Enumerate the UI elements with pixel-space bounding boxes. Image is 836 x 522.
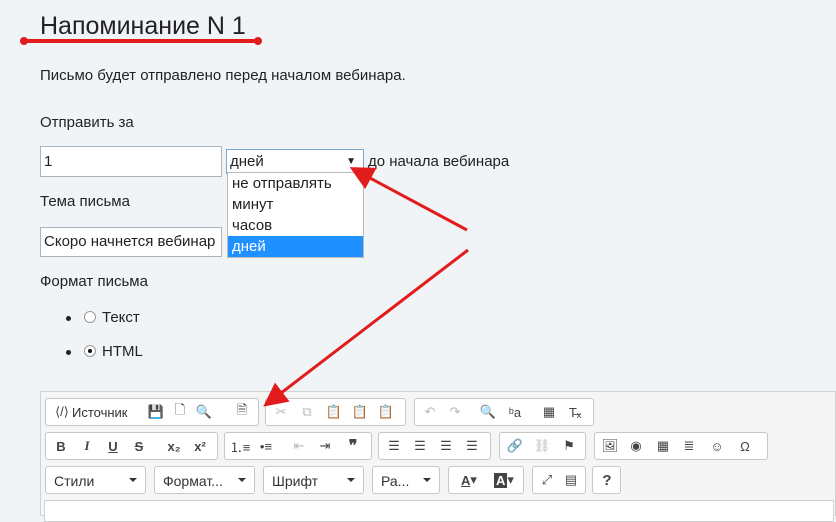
copy-icon[interactable]: ⧉ bbox=[297, 402, 317, 422]
flash-icon[interactable]: ◉ bbox=[626, 436, 646, 456]
list-bullet bbox=[66, 316, 71, 321]
source-button[interactable]: Источник bbox=[72, 402, 136, 422]
arrow-to-dropdown bbox=[349, 167, 468, 232]
remove-format-icon[interactable]: T̶ₓ bbox=[565, 402, 585, 422]
paste-word-icon[interactable]: 📋 bbox=[376, 402, 396, 422]
align-left-icon[interactable]: ☰ bbox=[384, 436, 404, 456]
text-color-icon[interactable]: A ▾ bbox=[454, 470, 484, 490]
link-icon[interactable]: 🔗 bbox=[505, 436, 525, 456]
select-all-icon[interactable]: ▦ bbox=[539, 402, 559, 422]
page-title: Напоминание N 1 bbox=[40, 12, 246, 40]
unit-dropdown-list: не отправлять минут часов дней bbox=[227, 172, 364, 258]
send-before-label: Отправить за bbox=[40, 114, 134, 131]
chevron-down-icon bbox=[238, 478, 246, 482]
anchor-flag-icon[interactable]: ⚑ bbox=[559, 436, 579, 456]
toolbar-group-about: ? bbox=[592, 466, 621, 494]
unit-select-value: дней bbox=[230, 153, 264, 170]
chevron-down-icon: ▼ bbox=[346, 156, 356, 167]
help-button[interactable]: ? bbox=[597, 470, 617, 490]
size-combo-label: Ра... bbox=[381, 473, 410, 489]
cut-icon[interactable]: ✂ bbox=[271, 402, 291, 422]
radio-text[interactable] bbox=[84, 311, 96, 323]
subscript-icon[interactable]: x₂ bbox=[164, 436, 184, 456]
toolbar-group-insert: 🖼 ◉ ▦ ≣ ☺ Ω bbox=[594, 432, 768, 460]
list-bullet bbox=[66, 350, 71, 355]
redo-icon[interactable]: ↷ bbox=[445, 402, 465, 422]
italic-icon[interactable]: I bbox=[77, 436, 97, 456]
chevron-down-icon bbox=[423, 478, 431, 482]
styles-combo[interactable]: Стили bbox=[45, 466, 146, 494]
title-annotation-underline bbox=[20, 37, 262, 45]
send-before-input[interactable] bbox=[40, 146, 222, 177]
subject-label: Тема письма bbox=[40, 193, 130, 210]
show-blocks-icon[interactable]: ▤ bbox=[561, 470, 581, 490]
undo-icon[interactable]: ↶ bbox=[420, 402, 440, 422]
toolbar-group-edit: ↶ ↷ 🔍 ᵇa ▦ T̶ₓ bbox=[414, 398, 594, 426]
toolbar-group-document: ⟨/⟩ Источник 💾 🗋 🔍 🗎 bbox=[45, 398, 259, 426]
new-page-icon[interactable]: 🗋 bbox=[170, 402, 190, 422]
horizontal-line-icon[interactable]: ≣ bbox=[679, 436, 699, 456]
unit-option-selected[interactable]: дней bbox=[228, 236, 363, 257]
format-label: Формат письма bbox=[40, 273, 148, 290]
background-color-icon[interactable]: A ▾ bbox=[489, 470, 519, 490]
preview-icon[interactable]: 🔍 bbox=[194, 402, 214, 422]
special-char-icon[interactable]: Ω bbox=[735, 436, 755, 456]
toolbar-group-paragraph: ⒈≡ •≡ ⇤ ⇥ ❞ bbox=[224, 432, 372, 460]
unit-option[interactable]: не отправлять bbox=[228, 173, 363, 194]
editor-content-area[interactable] bbox=[44, 500, 834, 522]
outdent-icon[interactable]: ⇤ bbox=[289, 436, 309, 456]
page-description: Письмо будет отправлено перед началом ве… bbox=[40, 67, 406, 84]
toolbar-group-basic-styles: B I U S x₂ x² bbox=[45, 432, 218, 460]
save-icon[interactable]: 💾 bbox=[146, 402, 166, 422]
format-combo-label: Формат... bbox=[163, 473, 223, 489]
unlink-icon[interactable]: ⛓ bbox=[532, 436, 552, 456]
bulleted-list-icon[interactable]: •≡ bbox=[256, 436, 276, 456]
find-icon[interactable]: 🔍 bbox=[478, 402, 498, 422]
toolbar-group-links: 🔗 ⛓ ⚑ bbox=[499, 432, 586, 460]
subject-input[interactable]: Скоро начнется вебинар bbox=[40, 227, 222, 257]
align-right-icon[interactable]: ☰ bbox=[436, 436, 456, 456]
smiley-icon[interactable]: ☺ bbox=[707, 436, 727, 456]
image-icon[interactable]: 🖼 bbox=[600, 436, 620, 456]
styles-combo-label: Стили bbox=[54, 473, 95, 489]
unit-option[interactable]: минут bbox=[228, 194, 363, 215]
chevron-down-icon bbox=[129, 478, 137, 482]
indent-icon[interactable]: ⇥ bbox=[315, 436, 335, 456]
bold-icon[interactable]: B bbox=[51, 436, 71, 456]
font-combo-label: Шрифт bbox=[272, 473, 319, 489]
rich-text-editor: ⟨/⟩ Источник 💾 🗋 🔍 🗎 ✂ ⧉ 📋 📋 📋 ↶ ↷ 🔍 ᵇa … bbox=[40, 391, 836, 516]
unit-select[interactable]: дней ▼ bbox=[226, 149, 364, 174]
paste-text-icon[interactable]: 📋 bbox=[350, 402, 370, 422]
strikethrough-icon[interactable]: S bbox=[129, 436, 149, 456]
toolbar-group-clipboard: ✂ ⧉ 📋 📋 📋 bbox=[265, 398, 406, 426]
radio-html-label: HTML bbox=[102, 343, 143, 360]
align-center-icon[interactable]: ☰ bbox=[410, 436, 430, 456]
size-combo[interactable]: Ра... bbox=[372, 466, 440, 494]
templates-icon[interactable]: 🗎 bbox=[232, 402, 252, 422]
toolbar-group-align: ☰ ☰ ☰ ☰ bbox=[378, 432, 491, 460]
source-icon: ⟨/⟩ bbox=[55, 404, 69, 419]
radio-text-label: Текст bbox=[102, 309, 140, 326]
numbered-list-icon[interactable]: ⒈≡ bbox=[230, 436, 251, 456]
superscript-icon[interactable]: x² bbox=[190, 436, 210, 456]
maximize-icon[interactable]: ⤢ bbox=[537, 470, 557, 490]
unit-option[interactable]: часов bbox=[228, 215, 363, 236]
toolbar-group-colors: A ▾ A ▾ bbox=[448, 466, 524, 494]
replace-icon[interactable]: ᵇa bbox=[505, 402, 525, 422]
underline-icon[interactable]: U bbox=[103, 436, 123, 456]
chevron-down-icon bbox=[347, 478, 355, 482]
arrow-to-source-button bbox=[263, 248, 469, 407]
send-before-suffix: до начала вебинара bbox=[368, 153, 510, 170]
radio-html[interactable] bbox=[84, 345, 96, 357]
paste-icon[interactable]: 📋 bbox=[324, 402, 344, 422]
format-combo[interactable]: Формат... bbox=[154, 466, 255, 494]
table-icon[interactable]: ▦ bbox=[653, 436, 673, 456]
toolbar-group-tools: ⤢ ▤ bbox=[532, 466, 586, 494]
blockquote-icon[interactable]: ❞ bbox=[343, 436, 363, 456]
align-justify-icon[interactable]: ☰ bbox=[462, 436, 482, 456]
font-combo[interactable]: Шрифт bbox=[263, 466, 364, 494]
